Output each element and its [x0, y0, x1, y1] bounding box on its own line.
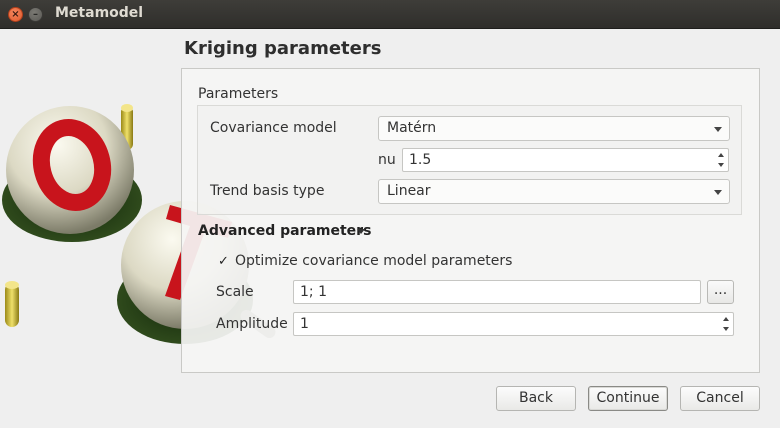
scale-edit-button[interactable]: ... — [707, 280, 734, 304]
covariance-model-label: Covariance model — [210, 120, 337, 136]
logo-rod-left — [5, 283, 19, 327]
amplitude-value: 1 — [300, 316, 309, 332]
chevron-down-icon — [714, 190, 722, 195]
optimize-checkbox[interactable]: ✓ — [216, 254, 231, 269]
covariance-model-combobox[interactable]: Matérn — [378, 116, 730, 141]
nu-label: nu — [378, 152, 396, 168]
cancel-button[interactable]: Cancel — [680, 386, 760, 411]
spin-down-icon[interactable] — [723, 327, 729, 331]
amplitude-label: Amplitude — [216, 316, 288, 332]
minimize-window-icon[interactable]: – — [28, 7, 43, 22]
trend-basis-label: Trend basis type — [210, 183, 325, 199]
scale-input[interactable]: 1; 1 — [293, 280, 701, 304]
page-title: Kriging parameters — [184, 38, 382, 59]
title-bar: × – Metamodel — [0, 0, 780, 29]
scale-label: Scale — [216, 284, 254, 300]
close-window-icon[interactable]: × — [8, 7, 23, 22]
spin-down-icon[interactable] — [718, 163, 724, 167]
logo-rod-cap — [121, 104, 133, 112]
parameters-group-label: Parameters — [198, 86, 279, 102]
trend-basis-value: Linear — [387, 183, 431, 199]
metamodel-window: × – Metamodel Kriging parameters Paramet… — [0, 0, 780, 428]
logo-rod-left-cap — [5, 281, 19, 289]
expand-arrow-icon[interactable] — [357, 229, 365, 234]
scale-value: 1; 1 — [300, 284, 327, 300]
continue-button[interactable]: Continue — [588, 386, 668, 411]
trend-basis-combobox[interactable]: Linear — [378, 179, 730, 204]
spin-up-icon[interactable] — [723, 317, 729, 321]
window-title: Metamodel — [55, 5, 144, 21]
covariance-model-value: Matérn — [387, 120, 437, 136]
spin-up-icon[interactable] — [718, 153, 724, 157]
back-button[interactable]: Back — [496, 386, 576, 411]
nu-spinbox[interactable]: 1.5 — [402, 148, 729, 172]
nu-value: 1.5 — [409, 152, 432, 168]
advanced-parameters-toggle[interactable]: Advanced parameters — [198, 223, 371, 239]
optimize-checkbox-label[interactable]: Optimize covariance model parameters — [235, 253, 512, 269]
chevron-down-icon — [714, 127, 722, 132]
amplitude-spinbox[interactable]: 1 — [293, 312, 734, 336]
